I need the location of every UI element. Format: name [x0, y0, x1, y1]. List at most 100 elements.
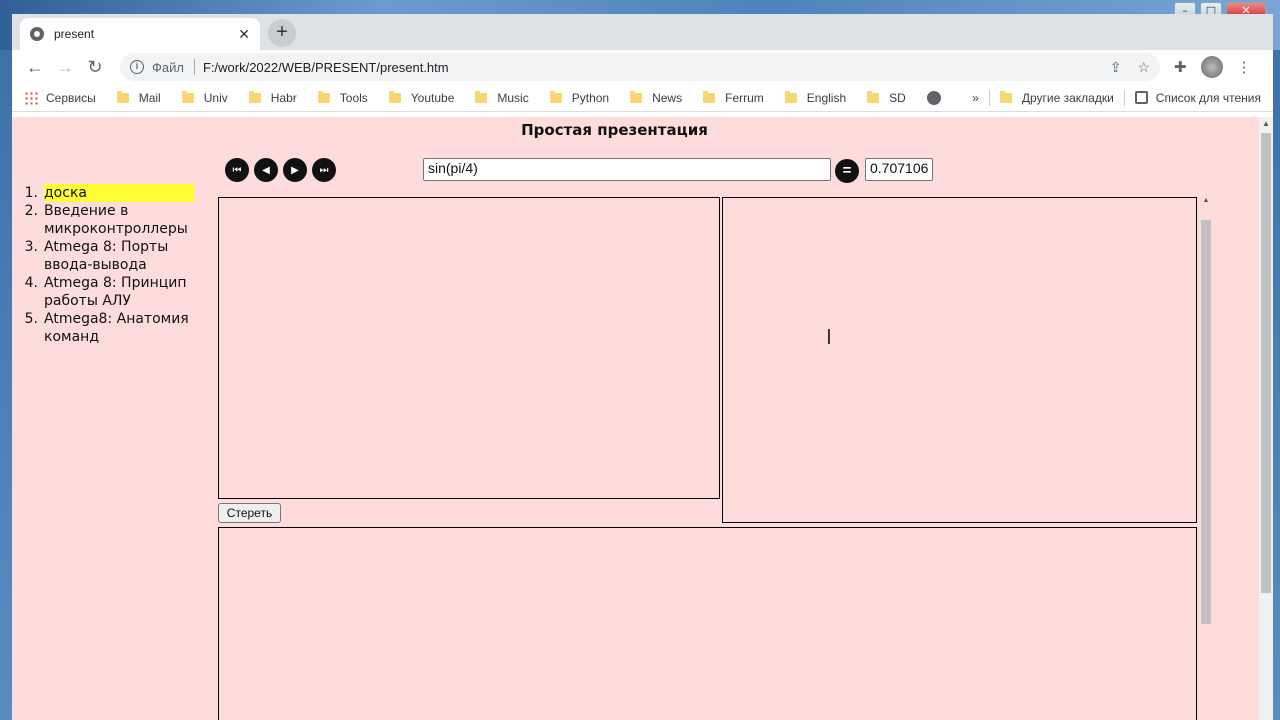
- prev-slide-icon[interactable]: ◀: [254, 158, 278, 182]
- url-scheme: Файл: [152, 59, 184, 75]
- expression-input[interactable]: sin(pi/4): [423, 158, 831, 181]
- bookmark-ferrum[interactable]: Ferrum: [703, 90, 764, 105]
- folder-icon: [549, 90, 562, 103]
- menu-number: 2.: [24, 203, 38, 219]
- bookmark-label: Music: [497, 90, 529, 105]
- bookmark-globe[interactable]: [926, 90, 941, 105]
- divider: [988, 89, 990, 106]
- globe-icon: [30, 27, 44, 41]
- bookmark-label: SD: [889, 90, 906, 105]
- info-icon[interactable]: i: [130, 60, 144, 74]
- bookmark-python[interactable]: Python: [549, 90, 609, 105]
- address-bar[interactable]: i Файл F:/work/2022/WEB/PRESENT/present.…: [120, 53, 1160, 81]
- slide-panel[interactable]: [722, 197, 1197, 523]
- page-scrollbar[interactable]: ▲: [1259, 117, 1273, 720]
- new-tab-button[interactable]: +: [268, 19, 296, 47]
- scroll-thumb[interactable]: [1201, 220, 1211, 624]
- folder-icon: [248, 90, 261, 103]
- menu-label[interactable]: Atmega8: Анатомия команд: [44, 310, 194, 346]
- bookmark-news[interactable]: News: [630, 90, 683, 105]
- bookmark-label: News: [652, 90, 683, 105]
- avatar[interactable]: [1200, 56, 1223, 78]
- menu-item-alu[interactable]: 4. Atmega 8: Принцип работы АЛУ: [24, 274, 194, 310]
- first-slide-icon[interactable]: ⏮: [225, 158, 249, 182]
- bottom-panel[interactable]: [218, 527, 1197, 720]
- menu-label[interactable]: доска: [44, 184, 194, 202]
- globe-icon: [926, 90, 941, 105]
- folder-icon: [388, 90, 401, 103]
- close-icon[interactable]: ✕: [238, 26, 250, 43]
- page-title: Простая презентация: [521, 121, 708, 139]
- folder-icon: [999, 90, 1012, 103]
- folder-icon: [116, 90, 129, 103]
- bookmark-label: Ferrum: [725, 90, 764, 105]
- bookmark-label: Сервисы: [46, 90, 96, 105]
- bookmark-apps[interactable]: Сервисы: [24, 90, 96, 105]
- drawing-board[interactable]: [218, 197, 720, 499]
- folder-icon: [181, 90, 194, 103]
- slide-menu: 1. доска 2. Введение в микроконтроллеры …: [24, 184, 194, 346]
- menu-dots-icon[interactable]: ⋮: [1237, 58, 1252, 76]
- menu-item-intro[interactable]: 2. Введение в микроконтроллеры: [24, 202, 194, 238]
- back-icon[interactable]: ←: [20, 53, 50, 81]
- browser-toolbar: ← → ↻ i Файл F:/work/2022/WEB/PRESENT/pr…: [12, 50, 1273, 84]
- forward-icon[interactable]: →: [50, 53, 80, 81]
- bookmark-youtube[interactable]: Youtube: [388, 90, 454, 105]
- menu-number: 1.: [24, 185, 38, 201]
- menu-number: 5.: [24, 311, 38, 327]
- bookmark-label: Tools: [339, 90, 368, 105]
- clear-button[interactable]: Стереть: [218, 503, 281, 523]
- menu-number: 4.: [24, 275, 38, 291]
- folder-icon: [630, 90, 643, 103]
- bookmark-habr[interactable]: Habr: [248, 90, 297, 105]
- bookmark-english[interactable]: English: [784, 90, 847, 105]
- apps-grid-icon: [24, 90, 38, 105]
- share-icon[interactable]: ⇪: [1110, 59, 1122, 76]
- divider: [193, 59, 195, 75]
- text-cursor-icon: I: [826, 325, 832, 349]
- scroll-up-icon[interactable]: ▲: [1200, 197, 1212, 204]
- menu-item-board[interactable]: 1. доска: [24, 184, 194, 202]
- bookmark-univ[interactable]: Univ: [181, 90, 228, 105]
- bookmark-mail[interactable]: Mail: [116, 90, 161, 105]
- scroll-up-icon[interactable]: ▲: [1259, 117, 1273, 131]
- bookmark-tools[interactable]: Tools: [317, 90, 368, 105]
- last-slide-icon[interactable]: ⏭: [312, 158, 336, 182]
- folder-icon: [317, 90, 330, 103]
- panel-scrollbar[interactable]: ▲: [1200, 197, 1212, 720]
- menu-label[interactable]: Введение в микроконтроллеры: [44, 202, 194, 238]
- menu-item-commands[interactable]: 5. Atmega8: Анатомия команд: [24, 310, 194, 346]
- folder-icon: [867, 90, 880, 103]
- bookmark-label: Другие закладки: [1021, 90, 1114, 105]
- url-text[interactable]: F:/work/2022/WEB/PRESENT/present.htm: [203, 60, 1110, 75]
- star-icon[interactable]: ☆: [1137, 59, 1150, 76]
- bookmark-label: English: [806, 90, 847, 105]
- reading-list-icon: [1134, 91, 1148, 104]
- menu-item-ports[interactable]: 3. Atmega 8: Порты ввода-вывода: [24, 238, 194, 274]
- next-slide-icon[interactable]: ▶: [283, 158, 307, 182]
- tab-present[interactable]: present ✕: [20, 18, 260, 50]
- evaluate-button[interactable]: =: [835, 159, 859, 183]
- folder-icon: [475, 90, 488, 103]
- folder-icon: [784, 90, 797, 103]
- extensions-icon[interactable]: ✚: [1174, 58, 1187, 76]
- bookmark-label: Список для чтения: [1155, 90, 1261, 105]
- tab-strip: present ✕ +: [12, 14, 1273, 50]
- bookmark-sd[interactable]: SD: [867, 90, 906, 105]
- slide-controls: ⏮ ◀ ▶ ⏭: [225, 158, 336, 182]
- scroll-thumb[interactable]: [1261, 133, 1271, 593]
- bookmark-label: Mail: [138, 90, 161, 105]
- reading-list[interactable]: Список для чтения: [1134, 90, 1261, 105]
- browser-window: present ✕ + ← → ↻ i Файл F:/work/2022/WE…: [12, 14, 1273, 720]
- other-bookmarks[interactable]: Другие закладки: [999, 90, 1114, 105]
- bookmark-label: Habr: [270, 90, 297, 105]
- menu-label[interactable]: Atmega 8: Принцип работы АЛУ: [44, 274, 194, 310]
- folder-icon: [703, 90, 716, 103]
- menu-label[interactable]: Atmega 8: Порты ввода-вывода: [44, 238, 194, 274]
- bookmark-label: Univ: [203, 90, 228, 105]
- reload-icon[interactable]: ↻: [80, 53, 110, 81]
- bookmark-music[interactable]: Music: [475, 90, 529, 105]
- bookmarks-overflow-button[interactable]: »: [972, 91, 979, 105]
- result-field[interactable]: 0.707106: [865, 158, 933, 181]
- tab-title: present: [54, 27, 95, 41]
